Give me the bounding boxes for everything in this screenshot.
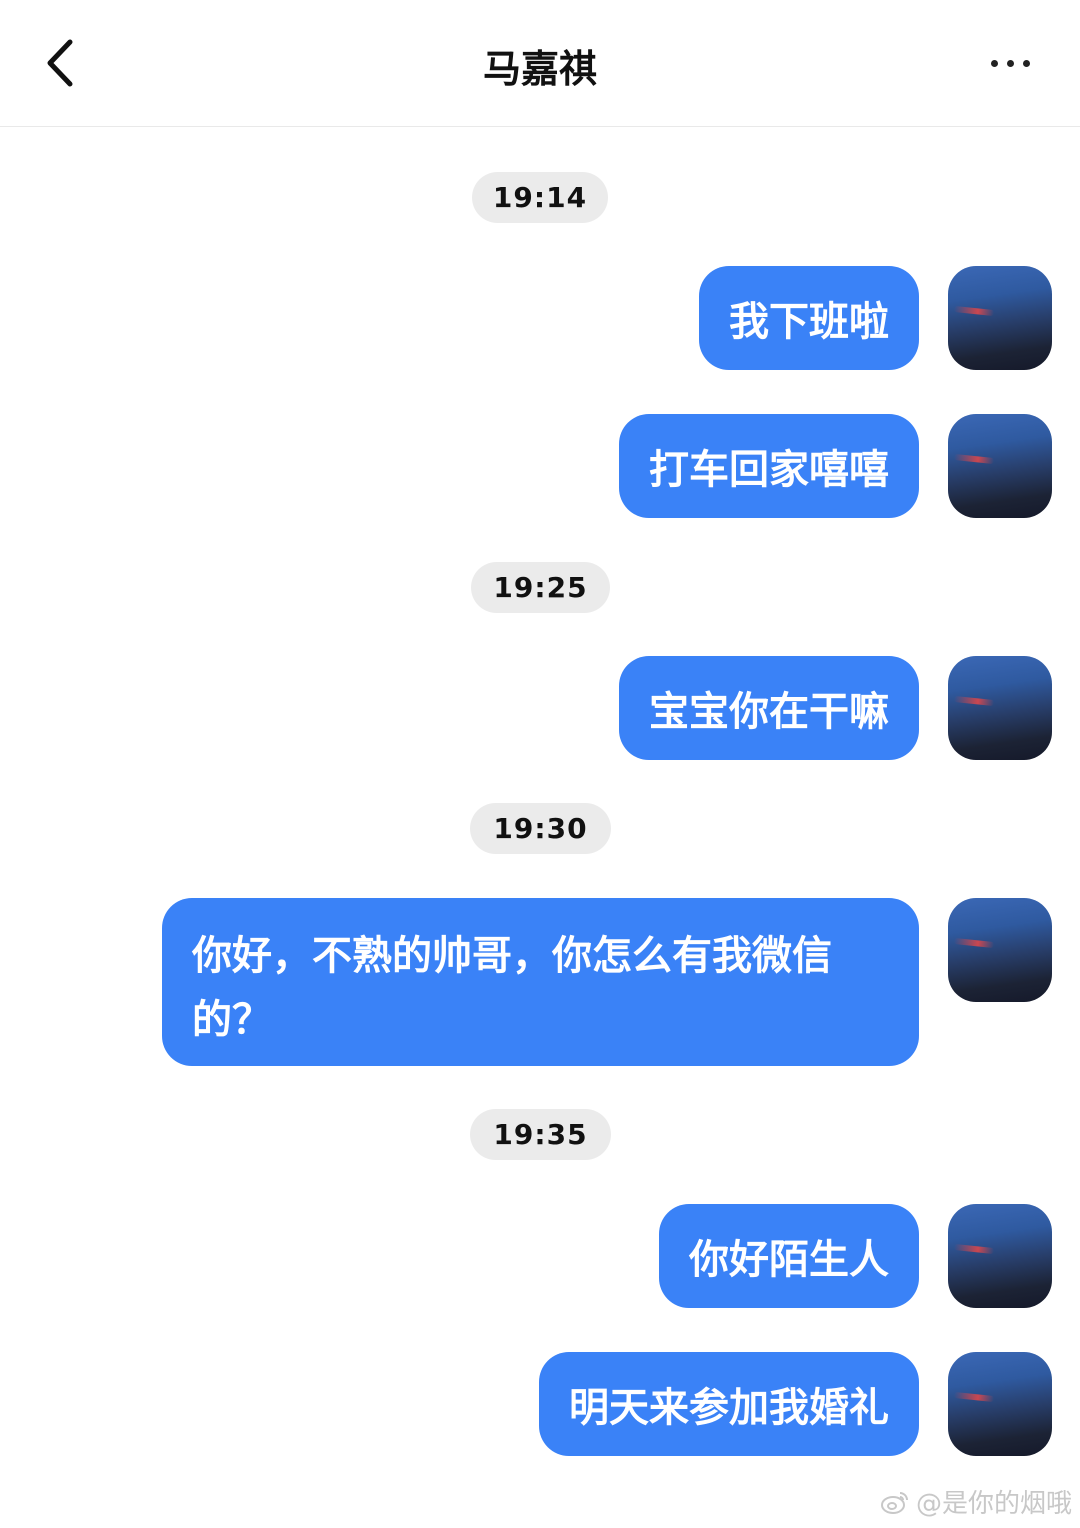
chat-header: 马嘉祺 (0, 0, 1080, 127)
watermark-text: @是你的烟哦 (915, 1489, 1072, 1519)
avatar[interactable] (948, 414, 1052, 518)
message-text: 宝宝你在干嘛 (649, 689, 889, 735)
more-button[interactable] (970, 40, 1050, 86)
avatar[interactable] (948, 1204, 1052, 1308)
avatar[interactable] (948, 266, 1052, 370)
message-text: 你好陌生人 (689, 1237, 889, 1283)
message-bubble[interactable]: 你好陌生人 (659, 1204, 919, 1308)
page-title: 马嘉祺 (482, 47, 597, 91)
message-bubble[interactable]: 我下班啦 (699, 266, 919, 370)
avatar[interactable] (948, 656, 1052, 760)
message-bubble[interactable]: 你好，不熟的帅哥，你怎么有我微信的？ (162, 898, 919, 1066)
timestamp: 19:30 (470, 803, 611, 854)
avatar[interactable] (948, 898, 1052, 1002)
message-text: 明天来参加我婚礼 (569, 1385, 889, 1431)
timestamp: 19:35 (470, 1109, 611, 1160)
message-bubble[interactable]: 打车回家嘻嘻 (619, 414, 919, 518)
avatar[interactable] (948, 1352, 1052, 1456)
weibo-logo-icon (880, 1491, 908, 1514)
message-text: 你好，不熟的帅哥，你怎么有我微信的？ (192, 933, 832, 1043)
message-bubble[interactable]: 明天来参加我婚礼 (539, 1352, 919, 1456)
timestamp: 19:14 (472, 172, 608, 223)
more-horizontal-icon (990, 59, 1030, 67)
watermark: @是你的烟哦 (880, 1483, 1072, 1520)
timestamp: 19:25 (471, 562, 610, 613)
message-bubble[interactable]: 宝宝你在干嘛 (619, 656, 919, 760)
message-text: 打车回家嘻嘻 (649, 447, 889, 493)
message-text: 我下班啦 (729, 299, 889, 345)
message-list[interactable]: 19:14 我下班啦 打车回家嘻嘻 19:25 宝宝你在干嘛 19:30 你好，… (0, 128, 1080, 1528)
